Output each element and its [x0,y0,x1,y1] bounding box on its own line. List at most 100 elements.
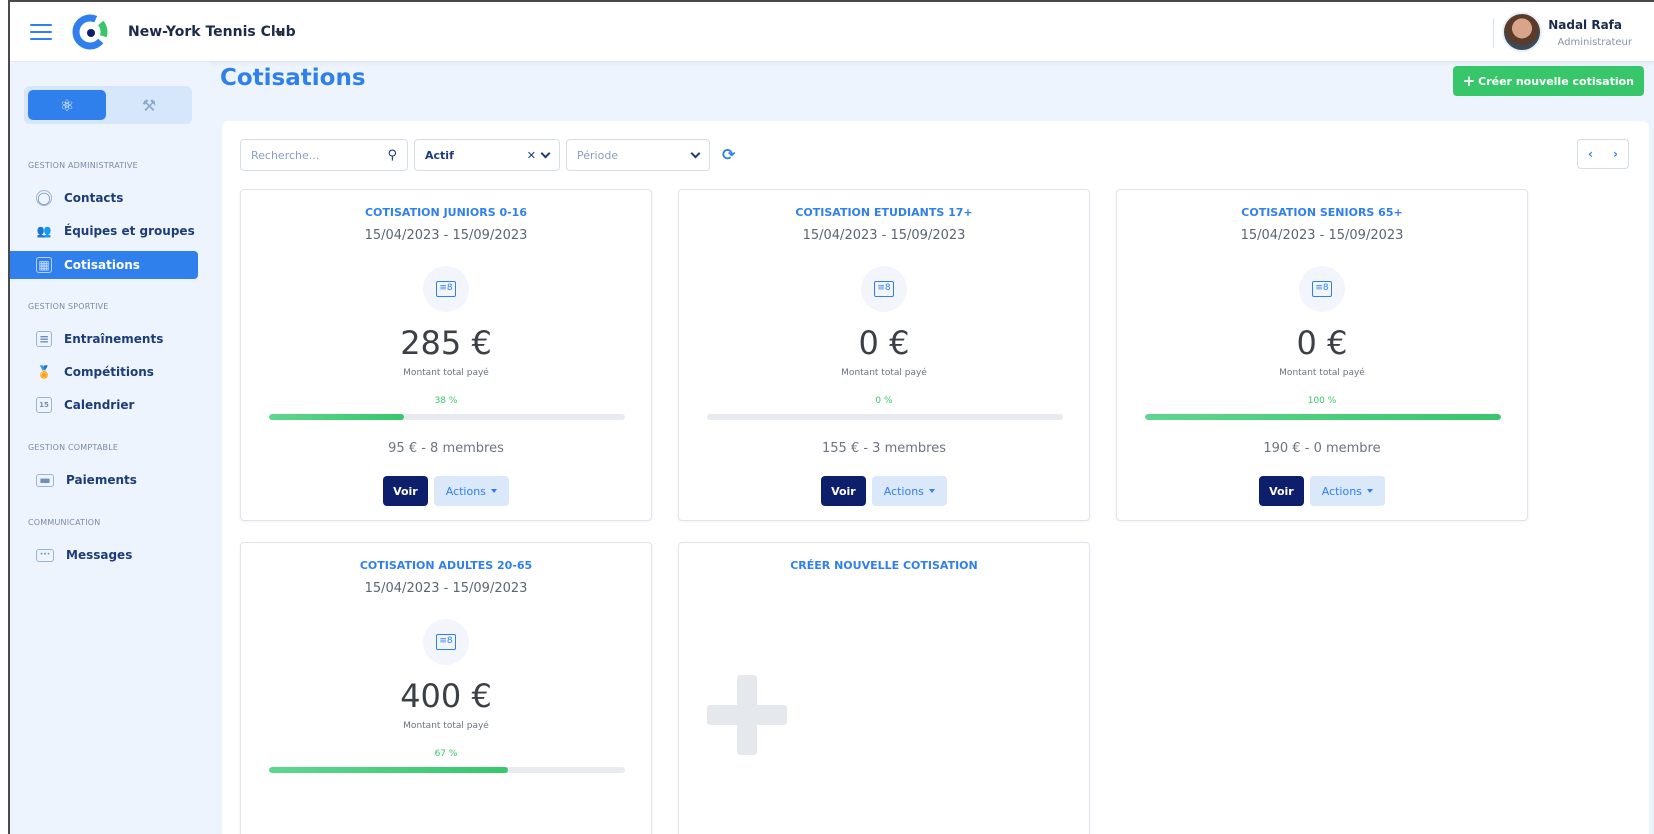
voir-button[interactable]: Voir [821,476,866,506]
membership-card-icon: ≡8 [423,266,469,312]
period-select[interactable]: Période [566,139,710,171]
club-name[interactable]: New-York Tennis Club [128,24,296,40]
progress-bar [707,414,1063,420]
previous-page-icon[interactable]: ‹ [1588,147,1593,161]
section-title-comptable: GESTION COMPTABLE [28,443,119,452]
caret-down-icon [490,489,497,493]
club-dropdown-caret-icon[interactable] [275,31,283,36]
content-panel: Recherche... ⚲ Actif ✕ Période ⟳ ‹ › COT… [222,121,1649,834]
club-logo[interactable] [72,14,108,50]
sidebar-item-label: Paiements [66,473,137,487]
card-members: 190 € - 0 membre [1263,441,1381,456]
section-title-sportive: GESTION SPORTIVE [28,302,109,311]
refresh-icon[interactable]: ⟳ [722,145,735,164]
progress-fill [1145,414,1501,420]
calendar-icon: 15 [36,397,52,413]
user-avatar[interactable] [1502,12,1542,52]
card-actions: Voir Actions [1117,476,1527,506]
atom-icon: ⚛ [59,95,75,115]
user-name[interactable]: Nadal Rafa [1548,18,1622,32]
app-window: New-York Tennis Club Nadal Rafa Administ… [8,0,1654,834]
sidebar-item-label: Cotisations [64,258,140,272]
sidebar-item-messages[interactable]: ··· Messages [10,541,198,569]
plus-icon: + [1462,72,1476,90]
card-amount-label: Montant total payé [841,368,927,378]
tools-mode-button[interactable]: ⚒ [110,90,188,120]
card-members: 155 € - 3 membres [822,441,946,456]
search-placeholder: Recherche... [251,148,320,162]
sidebar-item-cotisations[interactable]: ▦ Cotisations [10,251,198,279]
mode-switch: ⚛ ⚒ [24,86,192,124]
sidebar-item-label: Contacts [64,191,124,205]
progress-fill [269,414,405,420]
status-value: Actif [425,148,454,162]
progress-bar [269,767,625,773]
atom-mode-button[interactable]: ⚛ [28,90,106,120]
card-amount: 285 € [400,324,492,362]
card-amount-label: Montant total payé [403,721,489,731]
sidebar-item-calendar[interactable]: 15 Calendrier [10,391,198,419]
search-input[interactable]: Recherche... ⚲ [240,139,408,171]
sidebar-item-label: Compétitions [64,365,154,379]
card-icon: ▬ [36,473,54,487]
card-percent: 67 % [434,749,458,759]
card-amount-label: Montant total payé [403,368,489,378]
contact-icon: ◯ [36,190,52,206]
progress-bar [269,414,625,420]
create-cotisation-label: Créer nouvelle cotisation [1478,74,1634,88]
sidebar-item-teams[interactable]: 👥 Équipes et groupes [10,217,198,245]
progress-fill [269,767,508,773]
actions-button[interactable]: Actions [433,476,509,506]
sidebar-item-contacts[interactable]: ◯ Contacts [10,184,198,212]
card-dates: 15/04/2023 - 15/09/2023 [364,228,528,243]
card-amount-label: Montant total payé [1279,368,1365,378]
actions-label: Actions [883,484,924,498]
card-title: COTISATION JUNIORS 0-16 [364,206,527,219]
create-cotisation-button[interactable]: + Créer nouvelle cotisation [1452,66,1644,96]
card-title: COTISATION SENIORS 65+ [1241,206,1403,219]
divider [1493,18,1494,48]
card-amount: 400 € [400,677,492,715]
clear-icon[interactable]: ✕ [527,149,536,162]
next-page-icon[interactable]: › [1613,147,1618,161]
card-title: CRÉER NOUVELLE COTISATION [790,559,978,572]
clipboard-icon: ≡ [36,331,52,347]
card-title: COTISATION ADULTES 20-65 [359,559,533,572]
section-title-administrative: GESTION ADMINISTRATIVE [28,161,138,170]
actions-label: Actions [445,484,486,498]
card-percent: 38 % [434,396,458,406]
chevron-down-icon[interactable] [690,148,701,158]
sidebar-item-label: Calendrier [64,398,135,412]
status-select[interactable]: Actif ✕ [414,139,560,171]
card-amount: 0 € [1296,324,1348,362]
top-bar: New-York Tennis Club Nadal Rafa Administ… [10,2,1654,62]
card-amount: 0 € [858,324,910,362]
sidebar-item-payments[interactable]: ▬ Paiements [10,466,198,494]
card-percent: 0 % [875,396,893,406]
search-icon[interactable]: ⚲ [387,148,397,163]
hamburger-menu-icon[interactable] [30,24,52,40]
sidebar-item-competitions[interactable]: 🏅 Compétitions [10,358,198,386]
voir-button[interactable]: Voir [383,476,428,506]
sidebar-item-trainings[interactable]: ≡ Entraînements [10,325,198,353]
chevron-down-icon[interactable] [540,148,551,158]
actions-label: Actions [1321,484,1362,498]
cotisation-icon: ▦ [36,257,52,273]
section-title-communication: COMMUNICATION [28,518,101,527]
medal-icon: 🏅 [36,365,52,379]
tools-icon: ⚒ [141,95,157,115]
actions-button[interactable]: Actions [871,476,947,506]
message-icon: ··· [36,548,54,562]
plus-icon[interactable] [707,675,787,755]
cotisation-card: COTISATION SENIORS 65+ 15/04/2023 - 15/0… [1116,189,1528,521]
card-percent: 100 % [1307,396,1337,406]
create-cotisation-card[interactable]: CRÉER NOUVELLE COTISATION [678,542,1090,834]
caret-down-icon [1366,489,1373,493]
voir-button[interactable]: Voir [1259,476,1304,506]
actions-button[interactable]: Actions [1309,476,1385,506]
sidebar-item-label: Équipes et groupes [64,224,195,238]
membership-card-icon: ≡8 [423,619,469,665]
period-placeholder: Période [577,148,619,162]
caret-down-icon [928,489,935,493]
membership-card-icon: ≡8 [1299,266,1345,312]
